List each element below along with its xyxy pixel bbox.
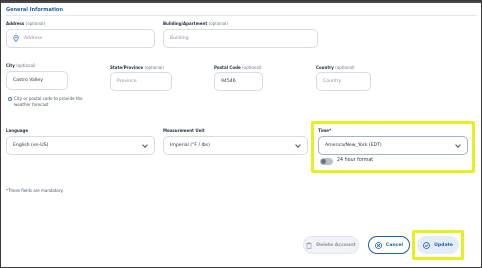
chevron-down-icon xyxy=(295,142,301,148)
address-label: Address (optional) xyxy=(6,21,46,26)
city-label: City (optional) xyxy=(6,63,36,68)
cancel-button[interactable]: Cancel xyxy=(368,236,410,254)
country-input[interactable]: Country xyxy=(316,72,371,91)
delete-account-label: Delete Account xyxy=(316,242,356,248)
postal-code-input[interactable]: 94546 xyxy=(214,72,263,91)
time-label: Time* xyxy=(318,128,332,133)
state-placeholder: Province xyxy=(117,79,137,84)
postal-code-value: 94546 xyxy=(221,79,236,84)
chevron-down-icon xyxy=(142,142,148,148)
update-label: Update xyxy=(434,242,453,248)
delete-account-button[interactable]: Delete Account xyxy=(303,236,359,254)
address-input[interactable]: Address xyxy=(6,29,155,48)
section-title: General Information xyxy=(6,7,63,13)
info-icon xyxy=(8,97,12,101)
address-placeholder: Address xyxy=(24,36,43,41)
country-placeholder: Country xyxy=(323,79,342,84)
building-placeholder: Building xyxy=(170,36,189,41)
update-button[interactable]: Update xyxy=(417,236,459,254)
city-value: Castro Valley xyxy=(13,78,43,83)
building-label: Building/Apartment (optional) xyxy=(163,21,228,26)
top-border xyxy=(1,1,481,3)
state-input[interactable]: Province xyxy=(110,72,172,91)
language-value: English (en-US) xyxy=(13,143,49,148)
country-label: Country (optional) xyxy=(316,65,355,70)
language-select[interactable]: English (en-US) xyxy=(6,136,155,155)
measurement-value: Imperial (°F / lbs) xyxy=(170,143,210,148)
postal-label: Postal Code (optional) xyxy=(214,65,262,70)
close-circle-icon xyxy=(375,241,382,249)
language-label: Language xyxy=(6,128,29,133)
city-hint: City or postal code to provide the weath… xyxy=(14,96,83,107)
measurement-label: Measurement Unit xyxy=(163,128,205,133)
24-hour-label: 24 hour format xyxy=(337,158,374,163)
trash-icon xyxy=(306,241,312,249)
state-label: State/Province (optional) xyxy=(110,65,164,70)
required-note: *These fields are mandatory. xyxy=(6,188,64,193)
toggle-knob xyxy=(321,159,326,164)
chevron-down-icon xyxy=(455,142,461,148)
city-input[interactable]: Castro Valley xyxy=(6,71,68,90)
building-input[interactable]: Building xyxy=(163,29,318,48)
cancel-label: Cancel xyxy=(385,242,404,248)
measurement-select[interactable]: Imperial (°F / lbs) xyxy=(163,136,308,155)
time-select[interactable]: America/New_York (EDT) xyxy=(318,136,468,155)
time-value: America/New_York (EDT) xyxy=(325,143,382,148)
section-divider xyxy=(6,15,476,16)
24-hour-toggle[interactable] xyxy=(320,158,333,165)
check-circle-icon xyxy=(423,241,431,249)
location-pin-icon xyxy=(13,35,19,42)
